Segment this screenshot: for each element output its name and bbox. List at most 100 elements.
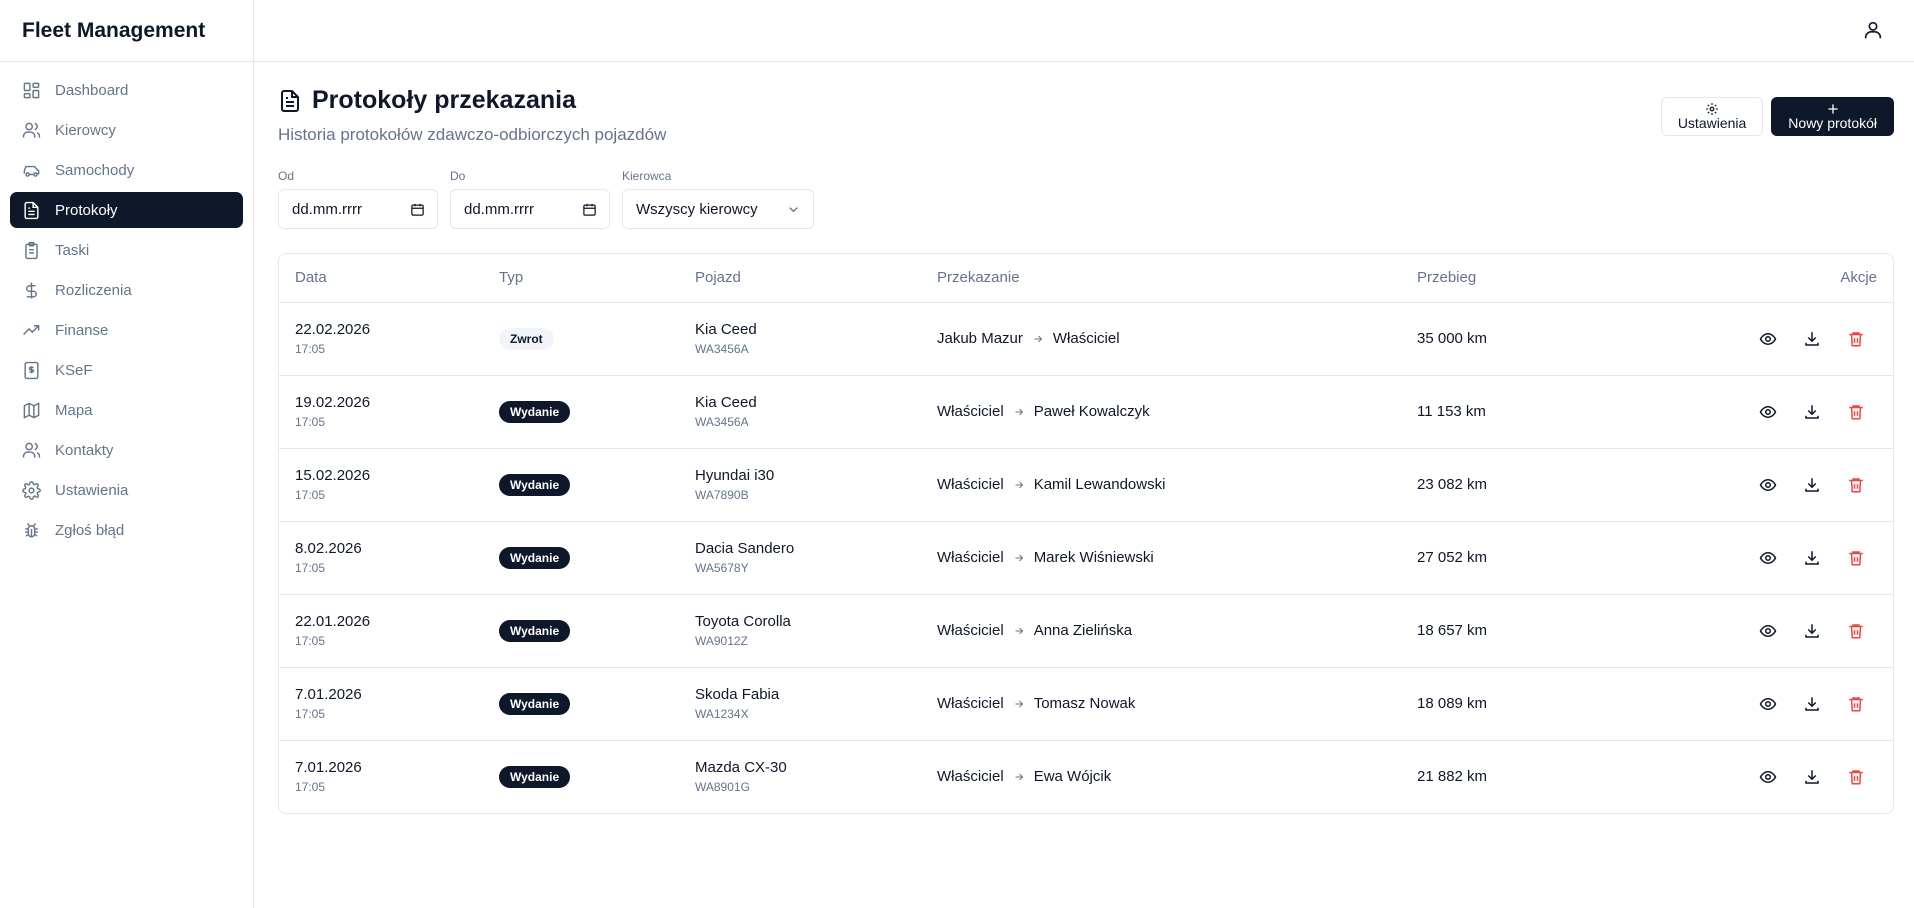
- date-to-input[interactable]: dd.mm.rrrr: [450, 189, 610, 229]
- sidebar-item-protokoly[interactable]: Protokoły: [10, 192, 243, 228]
- row-actions: [1759, 549, 1877, 567]
- header-transfer[interactable]: Przekazanie: [921, 254, 1401, 303]
- sidebar-item-label: Kontakty: [55, 441, 114, 459]
- cell-mileage: 27 052 km: [1401, 521, 1743, 595]
- transfer: Właściciel Ewa Wójcik: [937, 768, 1385, 785]
- sidebar-item-dashboard[interactable]: Dashboard: [10, 72, 243, 108]
- driver-select[interactable]: Wszyscy kierowcy: [622, 189, 814, 229]
- sidebar-item-kierowcy[interactable]: Kierowcy: [10, 112, 243, 148]
- eye-icon[interactable]: [1759, 622, 1777, 640]
- trash-icon[interactable]: [1847, 768, 1865, 786]
- sidebar-item-label: Samochody: [55, 161, 135, 179]
- cell-vehicle: Skoda Fabia WA1234X: [679, 667, 921, 741]
- clipboard-icon: [25, 241, 38, 259]
- cell-type: Wydanie: [483, 667, 679, 741]
- sidebar-item-finanse[interactable]: Finanse: [10, 312, 243, 348]
- cell-type: Wydanie: [483, 375, 679, 449]
- table-row[interactable]: 22.01.2026 17:05 Wydanie Toyota Corolla …: [279, 594, 1893, 668]
- row-plate: WA5678Y: [695, 561, 749, 575]
- sidebar: Fleet Management Dashboard Kierowcy Samo…: [0, 0, 254, 908]
- filter-from: Od dd.mm.rrrr: [278, 169, 438, 229]
- user-icon[interactable]: [1862, 19, 1884, 41]
- type-badge: Wydanie: [499, 546, 571, 569]
- table-row[interactable]: 19.02.2026 17:05 Wydanie Kia Ceed WA3456…: [279, 375, 1893, 449]
- settings-button[interactable]: Ustawienia: [1660, 97, 1764, 136]
- cell-date: 7.01.2026 17:05: [279, 667, 483, 741]
- sidebar-item-rozliczenia[interactable]: Rozliczenia: [10, 272, 243, 308]
- transfer: Właściciel Anna Zielińska: [937, 622, 1385, 639]
- table-row[interactable]: 7.01.2026 17:05 Wydanie Mazda CX-30 WA89…: [279, 740, 1893, 813]
- eye-icon[interactable]: [1759, 476, 1777, 494]
- row-vehicle: Skoda Fabia: [695, 686, 780, 703]
- eye-icon[interactable]: [1759, 549, 1777, 567]
- sidebar-item-label: Dashboard: [55, 81, 129, 99]
- download-icon[interactable]: [1803, 330, 1821, 348]
- trash-icon[interactable]: [1847, 695, 1865, 713]
- header-type[interactable]: Typ: [483, 254, 679, 303]
- document-icon: [281, 89, 299, 112]
- trash-icon[interactable]: [1847, 476, 1865, 494]
- row-date: 22.02.2026: [295, 321, 371, 338]
- eye-icon[interactable]: [1759, 403, 1777, 421]
- eye-icon[interactable]: [1759, 330, 1777, 348]
- type-badge: Wydanie: [499, 692, 571, 715]
- eye-icon[interactable]: [1759, 768, 1777, 786]
- row-vehicle: Kia Ceed: [695, 394, 757, 411]
- header-date[interactable]: Data: [279, 254, 483, 303]
- trash-icon[interactable]: [1847, 622, 1865, 640]
- arrow-right-icon: [1015, 627, 1023, 634]
- trash-icon[interactable]: [1847, 330, 1865, 348]
- cell-vehicle: Hyundai i30 WA7890B: [679, 448, 921, 522]
- new-protocol-button[interactable]: Nowy protokół: [1771, 97, 1894, 136]
- row-actions: [1759, 330, 1877, 348]
- header-mileage[interactable]: Przebieg: [1401, 254, 1743, 303]
- sidebar-item-zglos-blad[interactable]: Zgłoś błąd: [10, 512, 243, 548]
- filter-to-label: Do: [450, 169, 466, 183]
- sidebar-item-ksef[interactable]: KSeF: [10, 352, 243, 388]
- row-date: 7.01.2026: [295, 759, 362, 777]
- table-row[interactable]: 15.02.2026 17:05 Wydanie Hyundai i30 WA7…: [279, 448, 1893, 522]
- trash-icon[interactable]: [1847, 403, 1865, 421]
- cell-actions: [1743, 740, 1893, 813]
- sidebar-item-taski[interactable]: Taski: [10, 232, 243, 268]
- transfer-to: Kamil Lewandowski: [1033, 476, 1166, 493]
- download-icon[interactable]: [1803, 403, 1821, 421]
- cell-type: Wydanie: [483, 521, 679, 595]
- cell-vehicle: Kia Ceed WA3456A: [679, 375, 921, 449]
- row-vehicle: Mazda CX-30: [695, 759, 787, 777]
- eye-icon[interactable]: [1759, 695, 1777, 713]
- sidebar-item-kontakty[interactable]: Kontakty: [10, 432, 243, 468]
- trash-icon[interactable]: [1847, 549, 1865, 567]
- table-row[interactable]: 7.01.2026 17:05 Wydanie Skoda Fabia WA12…: [279, 667, 1893, 741]
- arrow-right-icon: [1015, 700, 1023, 707]
- download-icon[interactable]: [1803, 768, 1821, 786]
- cell-type: Wydanie: [483, 448, 679, 522]
- row-plate: WA8901G: [695, 780, 750, 795]
- table-row[interactable]: 8.02.2026 17:05 Wydanie Dacia Sandero WA…: [279, 521, 1893, 595]
- sidebar-item-ustawienia[interactable]: Ustawienia: [10, 472, 243, 508]
- header-vehicle[interactable]: Pojazd: [679, 254, 921, 303]
- calendar-icon[interactable]: [410, 202, 425, 217]
- type-badge: Zwrot: [499, 327, 554, 350]
- sidebar-item-label: Ustawienia: [55, 481, 129, 499]
- transfer: Właściciel Kamil Lewandowski: [937, 476, 1385, 493]
- row-time: 17:05: [295, 342, 326, 356]
- bug-icon: [25, 522, 38, 538]
- sidebar-item-samochody[interactable]: Samochody: [10, 152, 243, 188]
- cell-type: Zwrot: [483, 302, 679, 376]
- download-icon[interactable]: [1803, 695, 1821, 713]
- row-actions: [1759, 695, 1877, 713]
- cell-date: 22.02.2026 17:05: [279, 302, 483, 376]
- download-icon[interactable]: [1803, 549, 1821, 567]
- type-badge: Wydanie: [499, 619, 571, 642]
- topbar: [254, 0, 1914, 62]
- cell-actions: [1743, 667, 1893, 741]
- sidebar-item-mapa[interactable]: Mapa: [10, 392, 243, 428]
- table-row[interactable]: 22.02.2026 17:05 Zwrot Kia Ceed WA3456A …: [279, 302, 1893, 376]
- transfer: Właściciel Tomasz Nowak: [937, 695, 1385, 712]
- download-icon[interactable]: [1803, 622, 1821, 640]
- calendar-icon[interactable]: [582, 202, 597, 217]
- date-from-input[interactable]: dd.mm.rrrr: [278, 189, 438, 229]
- sidebar-item-label: KSeF: [55, 361, 93, 379]
- download-icon[interactable]: [1803, 476, 1821, 494]
